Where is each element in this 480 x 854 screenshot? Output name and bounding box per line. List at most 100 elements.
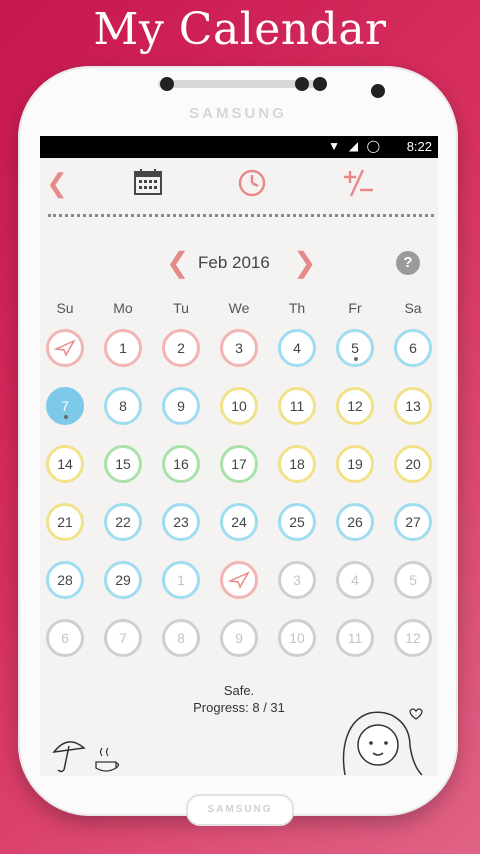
calendar-day[interactable]: 9 xyxy=(220,619,258,657)
toolbar: ❮ xyxy=(40,158,438,214)
calendar-day[interactable]: 18 xyxy=(278,445,316,483)
calendar-day[interactable]: 21 xyxy=(46,503,84,541)
paper-plane-icon xyxy=(53,339,76,357)
day-number: 6 xyxy=(61,630,69,646)
calendar-day[interactable]: 8 xyxy=(104,387,142,425)
calendar-day[interactable]: 16 xyxy=(162,445,200,483)
day-number: 3 xyxy=(293,572,301,588)
day-number: 11 xyxy=(289,398,305,414)
calendar-day[interactable]: 25 xyxy=(278,503,316,541)
day-number: 2 xyxy=(177,340,185,356)
calendar-day[interactable]: 19 xyxy=(336,445,374,483)
calendar-day[interactable]: 3 xyxy=(278,561,316,599)
calendar-day[interactable]: 2 xyxy=(162,329,200,367)
home-button-brand: SAMSUNG xyxy=(207,804,273,815)
day-number: 22 xyxy=(115,514,131,530)
day-number: 10 xyxy=(289,630,305,646)
next-month-button[interactable]: ❯ xyxy=(293,248,316,278)
day-number: 11 xyxy=(347,630,363,646)
day-number: 4 xyxy=(351,572,359,588)
calendar-day[interactable]: 23 xyxy=(162,503,200,541)
umbrella-teacup-illustration xyxy=(52,741,120,773)
day-number: 4 xyxy=(293,340,301,356)
status-text: Safe. xyxy=(223,683,255,698)
calendar-day[interactable]: 15 xyxy=(104,445,142,483)
promo-title: My Calendar xyxy=(93,4,387,55)
day-number: 12 xyxy=(405,630,421,646)
calendar-day-plane[interactable] xyxy=(220,561,258,599)
calendar-day[interactable]: 4 xyxy=(336,561,374,599)
prev-month-button[interactable]: ❮ xyxy=(166,248,189,278)
app-screen: ▼ ◢ ◯ 8:22 ❮ ❮ Feb 2016 ❯ ? Su Mo Tu We … xyxy=(40,136,438,776)
calendar-day[interactable]: 9 xyxy=(162,387,200,425)
clock-icon[interactable] xyxy=(236,168,268,204)
day-number: 17 xyxy=(231,456,247,472)
calendar-day[interactable]: 12 xyxy=(336,387,374,425)
day-number: 8 xyxy=(119,398,127,414)
day-number: 24 xyxy=(231,514,247,530)
back-icon[interactable]: ❮ xyxy=(44,168,70,198)
calendar-day-plane[interactable] xyxy=(46,329,84,367)
calendar-day[interactable]: 10 xyxy=(220,387,258,425)
day-number: 16 xyxy=(173,456,189,472)
sensor-dot xyxy=(313,77,327,91)
weekday-label: Sa xyxy=(404,300,422,316)
calendar-day[interactable]: 13 xyxy=(394,387,432,425)
toolbar-divider xyxy=(48,214,434,217)
calendar-day[interactable]: 5 xyxy=(336,329,374,367)
calendar-day[interactable]: 7 xyxy=(104,619,142,657)
girl-illustration xyxy=(342,708,423,776)
weekday-label: Mo xyxy=(113,300,133,316)
home-button[interactable]: SAMSUNG xyxy=(186,794,294,826)
calendar-day[interactable]: 1 xyxy=(104,329,142,367)
day-number: 25 xyxy=(289,514,305,530)
calendar-day[interactable]: 1 xyxy=(162,561,200,599)
weekday-label: Th xyxy=(288,300,306,316)
calendar-day[interactable]: 4 xyxy=(278,329,316,367)
day-number: 5 xyxy=(351,340,359,356)
calendar-day[interactable]: 3 xyxy=(220,329,258,367)
calendar-day[interactable]: 6 xyxy=(46,619,84,657)
day-number: 6 xyxy=(409,340,417,356)
day-number: 7 xyxy=(61,398,69,414)
calendar-day[interactable]: 5 xyxy=(394,561,432,599)
help-button[interactable]: ? xyxy=(396,251,420,275)
calendar-day[interactable]: 20 xyxy=(394,445,432,483)
day-number: 7 xyxy=(119,630,127,646)
event-dot xyxy=(64,415,68,419)
calendar-day[interactable]: 24 xyxy=(220,503,258,541)
front-camera xyxy=(160,77,174,91)
day-number: 19 xyxy=(347,456,363,472)
plus-minus-icon-svg xyxy=(344,169,373,197)
paper-plane-icon xyxy=(227,571,250,589)
calendar-icon-svg xyxy=(134,169,162,195)
calendar-day[interactable]: 29 xyxy=(104,561,142,599)
day-number: 8 xyxy=(177,630,185,646)
day-number: 14 xyxy=(57,456,73,472)
calendar-day[interactable]: 17 xyxy=(220,445,258,483)
calendar-day[interactable]: 11 xyxy=(336,619,374,657)
calendar-day[interactable]: 12 xyxy=(394,619,432,657)
calendar-day[interactable]: 27 xyxy=(394,503,432,541)
clock-icon-svg xyxy=(238,169,266,197)
calendar-day[interactable]: 14 xyxy=(46,445,84,483)
calendar-day[interactable]: 8 xyxy=(162,619,200,657)
calendar-day[interactable]: 7 xyxy=(46,387,84,425)
calendar-day[interactable]: 6 xyxy=(394,329,432,367)
day-number: 12 xyxy=(347,398,363,414)
day-number: 20 xyxy=(405,456,421,472)
wifi-icon: ▼ xyxy=(328,139,340,153)
calendar-day[interactable]: 11 xyxy=(278,387,316,425)
day-number: 3 xyxy=(235,340,243,356)
calendar-day[interactable]: 10 xyxy=(278,619,316,657)
calendar-icon[interactable] xyxy=(132,168,164,202)
day-number: 27 xyxy=(405,514,421,530)
weekday-label: Fr xyxy=(348,300,362,316)
plus-minus-icon[interactable] xyxy=(340,168,376,204)
weekday-label: Tu xyxy=(173,300,189,316)
calendar-day[interactable]: 26 xyxy=(336,503,374,541)
calendar-day[interactable]: 22 xyxy=(104,503,142,541)
month-label: Feb 2016 xyxy=(198,253,270,272)
calendar-day[interactable]: 28 xyxy=(46,561,84,599)
signal-icon: ◢ xyxy=(348,139,358,153)
